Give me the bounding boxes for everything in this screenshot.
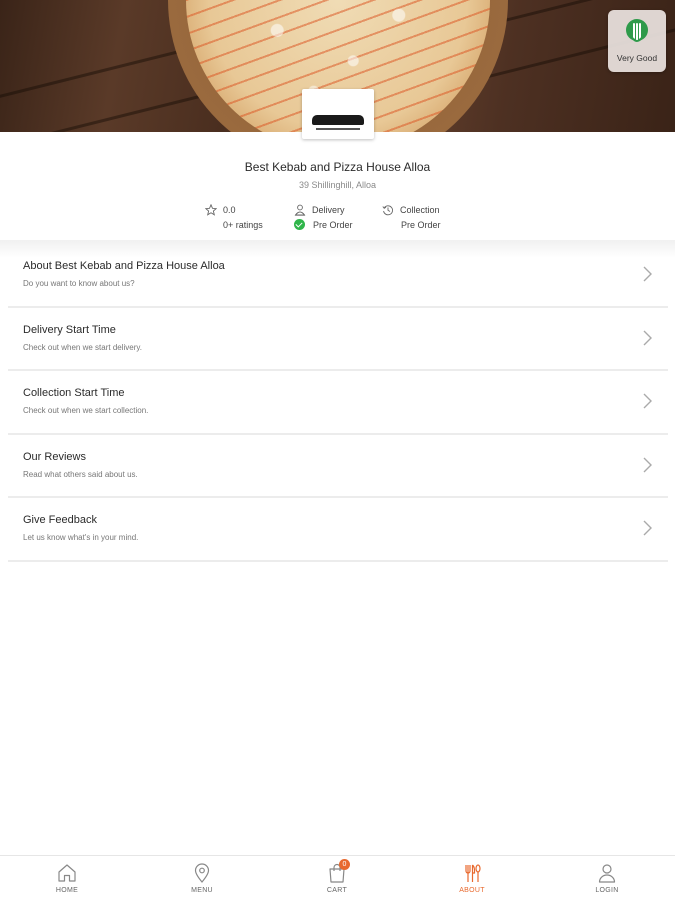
store-name: Best Kebab and Pizza House Alloa xyxy=(244,160,431,174)
list-item-about[interactable]: About Best Kebab and Pizza House Alloa D… xyxy=(8,244,668,308)
nav-label: LOGIN xyxy=(595,887,619,894)
list-item-subtitle: Check out when we start collection. xyxy=(23,406,149,415)
rating-info: 0.0 0+ ratings xyxy=(205,202,263,232)
history-clock-icon xyxy=(382,204,393,215)
chevron-right-icon xyxy=(643,520,652,536)
list-item-subtitle: Read what others said about us. xyxy=(23,469,138,479)
nav-home[interactable]: HOME xyxy=(27,856,107,900)
list-item-delivery-start-time[interactable]: Delivery Start Time Check out when we st… xyxy=(8,308,668,371)
nav-label: CART xyxy=(326,887,348,894)
collection-label: Collection xyxy=(400,204,440,215)
rating-leaf-icon xyxy=(626,19,648,42)
store-address: 39 Shillinghill, Alloa xyxy=(298,180,377,190)
chevron-right-icon xyxy=(643,457,652,472)
nav-label: HOME xyxy=(55,887,79,894)
delivery-label: Delivery xyxy=(312,204,345,215)
list-item-title: About Best Kebab and Pizza House Alloa xyxy=(23,260,225,272)
list-item-subtitle: Check out when we start delivery. xyxy=(23,342,143,352)
star-icon xyxy=(205,203,217,216)
store-logo xyxy=(302,89,374,139)
map-pin-icon xyxy=(194,863,210,883)
list-item-our-reviews[interactable]: Our Reviews Read what others said about … xyxy=(8,435,668,498)
list-item-title: Our Reviews xyxy=(23,450,86,463)
cutlery-icon xyxy=(465,864,481,882)
list-item-collection-start-time[interactable]: Collection Start Time Check out when we … xyxy=(8,371,668,435)
nav-login[interactable]: LOGIN xyxy=(567,856,647,900)
nav-menu[interactable]: MENU xyxy=(162,856,242,900)
logo-subline xyxy=(316,128,360,130)
bottom-nav: HOME MENU 0 CART ABOUT LOGIN xyxy=(0,855,675,900)
nav-cart[interactable]: 0 CART xyxy=(297,856,377,900)
hygiene-rating-badge[interactable]: Very Good xyxy=(608,10,666,72)
collection-status: Pre Order xyxy=(401,219,441,230)
chevron-right-icon xyxy=(643,330,652,345)
list-item-subtitle: Let us know what's in your mind. xyxy=(23,533,139,542)
rating-value: 0.0 xyxy=(223,204,236,215)
list-item-title: Give Feedback xyxy=(23,514,97,526)
chevron-right-icon xyxy=(643,393,652,409)
check-circle-icon xyxy=(294,219,305,230)
about-menu-list: About Best Kebab and Pizza House Alloa D… xyxy=(8,244,668,562)
nav-label: ABOUT xyxy=(459,887,485,894)
delivery-status: Pre Order xyxy=(313,219,353,230)
delivery-person-icon xyxy=(294,204,306,216)
chevron-right-icon xyxy=(643,266,652,282)
home-icon xyxy=(58,864,76,882)
ratings-count: 0+ ratings xyxy=(223,219,263,230)
list-item-subtitle: Do you want to know about us? xyxy=(23,279,135,288)
user-icon xyxy=(598,864,616,883)
nav-label: MENU xyxy=(191,887,213,894)
nav-about[interactable]: ABOUT xyxy=(432,856,512,900)
logo-mark xyxy=(312,115,364,125)
cart-count-badge: 0 xyxy=(339,859,350,870)
list-item-title: Collection Start Time xyxy=(23,387,125,399)
rating-badge-label: Very Good xyxy=(616,53,658,63)
delivery-info: Delivery Pre Order xyxy=(294,202,353,232)
list-item-title: Delivery Start Time xyxy=(23,323,116,336)
collection-info: Collection Pre Order xyxy=(382,202,441,232)
list-item-give-feedback[interactable]: Give Feedback Let us know what's in your… xyxy=(8,498,668,562)
